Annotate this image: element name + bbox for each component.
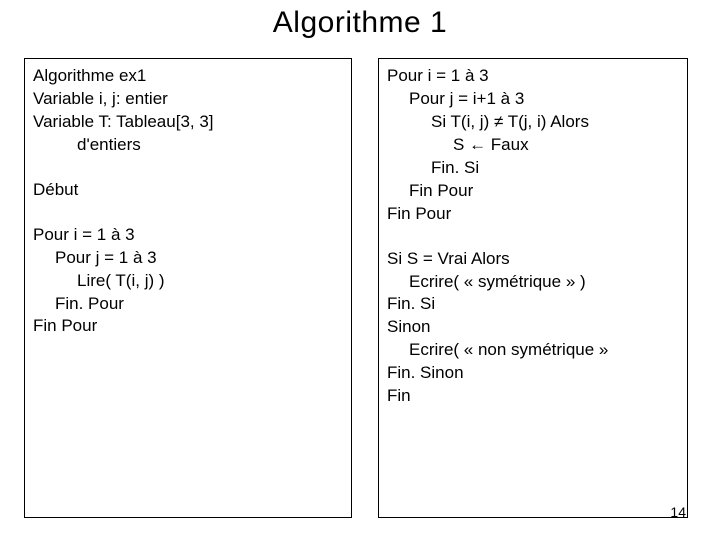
blank-line — [33, 202, 343, 224]
code-line: Fin. Si — [387, 157, 679, 180]
code-line: Pour i = 1 à 3 — [33, 224, 343, 247]
code-line: Fin Pour — [387, 180, 679, 203]
code-line: Fin. Si — [387, 293, 679, 316]
code-line: Si S = Vrai Alors — [387, 248, 679, 271]
blank-line — [387, 226, 679, 248]
code-line: Pour j = i+1 à 3 — [387, 88, 679, 111]
right-code-box: Pour i = 1 à 3 Pour j = i+1 à 3 Si T(i, … — [378, 58, 688, 518]
code-line: Fin. Sinon — [387, 362, 679, 385]
code-line: Ecrire( « non symétrique » — [387, 339, 679, 362]
blank-line — [33, 157, 343, 179]
code-line: Fin — [387, 385, 679, 408]
code-line: d'entiers — [33, 134, 343, 157]
content-columns: Algorithme ex1 Variable i, j: entier Var… — [0, 40, 720, 518]
text-fragment: T(j, i) Alors — [503, 112, 589, 131]
code-line: Si T(i, j) ≠ T(j, i) Alors — [387, 111, 679, 134]
left-code-box: Algorithme ex1 Variable i, j: entier Var… — [24, 58, 352, 518]
code-line: Fin. Pour — [33, 293, 343, 316]
code-line: Pour j = 1 à 3 — [33, 247, 343, 270]
text-fragment: Faux — [486, 135, 529, 154]
left-arrow-icon: ← — [469, 135, 486, 154]
code-line: S ← Faux — [387, 134, 679, 157]
text-fragment: Si T(i, j) — [431, 112, 494, 131]
not-equal-icon: ≠ — [494, 112, 503, 131]
code-line: Ecrire( « symétrique » ) — [387, 271, 679, 294]
text-fragment: S — [453, 135, 469, 154]
code-line: Fin Pour — [387, 203, 679, 226]
page-number: 14 — [670, 504, 686, 520]
slide-title: Algorithme 1 — [0, 0, 720, 40]
code-line: Lire( T(i, j) ) — [33, 270, 343, 293]
code-line: Fin Pour — [33, 315, 343, 338]
code-line: Pour i = 1 à 3 — [387, 65, 679, 88]
code-line: Début — [33, 179, 343, 202]
code-line: Variable i, j: entier — [33, 88, 343, 111]
code-line: Sinon — [387, 316, 679, 339]
code-line: Algorithme ex1 — [33, 65, 343, 88]
code-line: Variable T: Tableau[3, 3] — [33, 111, 343, 134]
